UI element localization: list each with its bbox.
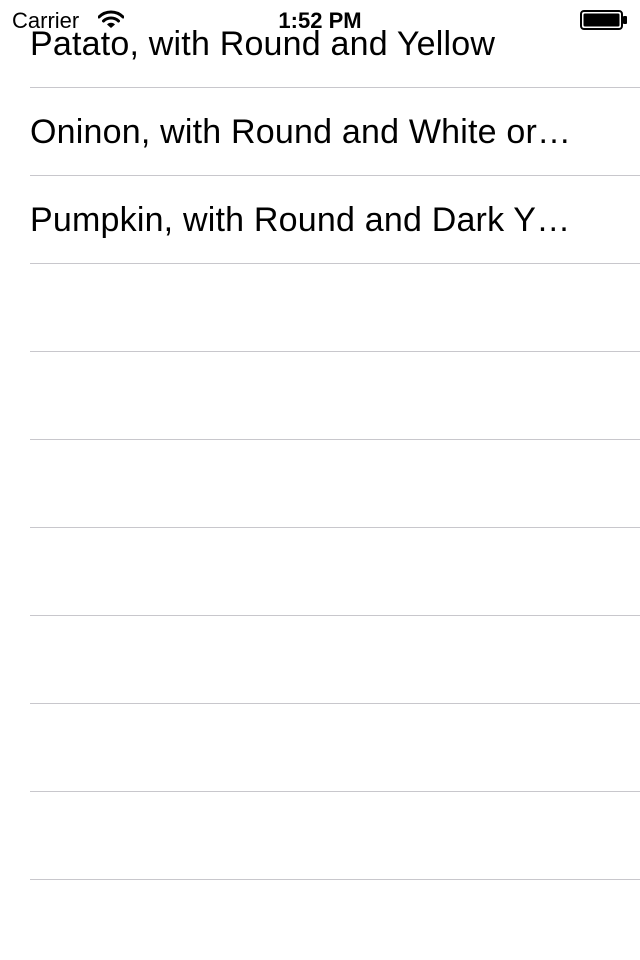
table-row[interactable] — [0, 440, 640, 528]
battery-full-icon — [580, 10, 628, 30]
row-label: Pumpkin, with Round and Dark Y… — [30, 201, 571, 239]
table-view[interactable]: Patato, with Round and Yellow Oninon, wi… — [0, 0, 640, 960]
status-time: 1:52 PM — [278, 8, 362, 33]
status-bar: Carrier 1:52 PM — [0, 0, 640, 40]
table-row[interactable] — [0, 264, 640, 352]
table-row[interactable]: Pumpkin, with Round and Dark Y… — [0, 176, 640, 264]
table-row[interactable] — [0, 352, 640, 440]
table-row[interactable] — [0, 528, 640, 616]
table-row[interactable] — [0, 616, 640, 704]
table-row[interactable]: Oninon, with Round and White or… — [0, 88, 640, 176]
table-row[interactable] — [0, 704, 640, 792]
row-separator — [30, 879, 640, 880]
table-row[interactable] — [0, 792, 640, 880]
row-label: Oninon, with Round and White or… — [30, 113, 572, 151]
